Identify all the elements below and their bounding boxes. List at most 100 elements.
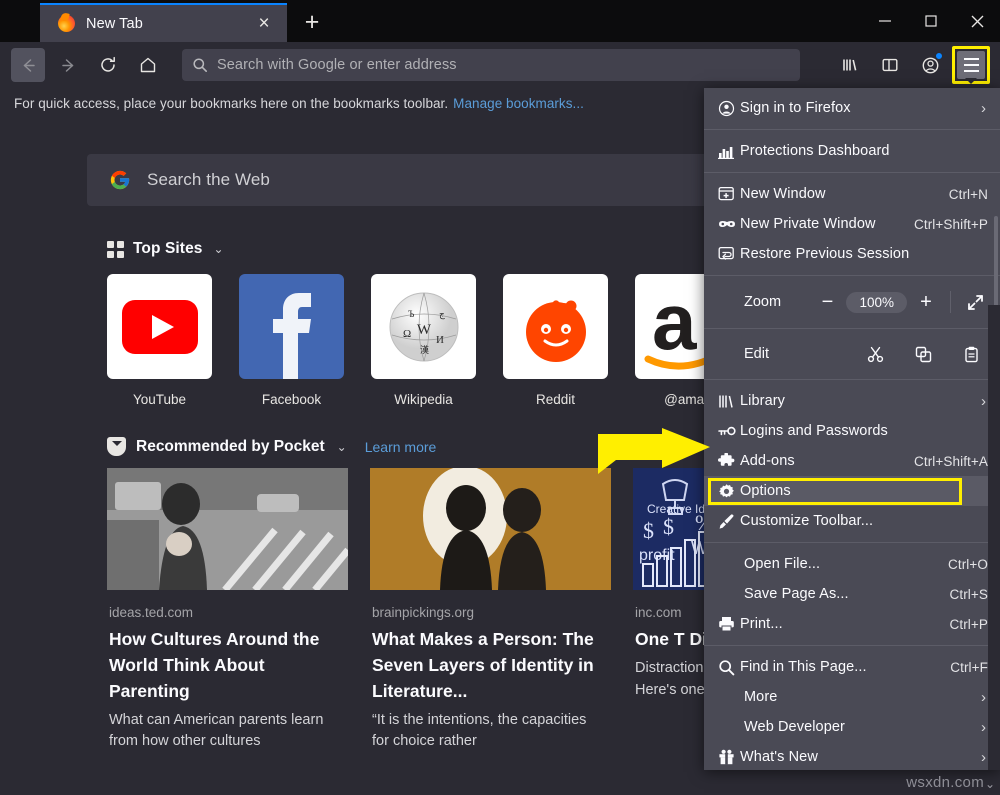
facebook-icon xyxy=(239,274,344,379)
svg-text:漢: 漢 xyxy=(420,344,429,355)
chevron-right-icon: › xyxy=(981,720,988,735)
forward-icon[interactable] xyxy=(51,48,85,82)
svg-text:ج: ج xyxy=(439,309,445,320)
new-tab-button[interactable]: + xyxy=(295,5,329,39)
account-icon[interactable] xyxy=(913,48,947,82)
manage-bookmarks-link[interactable]: Manage bookmarks... xyxy=(453,96,584,111)
top-site-tile[interactable]: W Ω И Ъ ج 漢 Wikipedia xyxy=(371,274,476,407)
menu-item-label: More xyxy=(744,689,981,705)
menu-item-logins-passwords[interactable]: Logins and Passwords xyxy=(704,416,1000,446)
edit-label: Edit xyxy=(744,346,769,362)
scissors-icon[interactable] xyxy=(862,341,888,367)
close-window-icon[interactable] xyxy=(954,0,1000,42)
menu-item-label: Protections Dashboard xyxy=(740,143,988,159)
fullscreen-icon[interactable] xyxy=(958,287,992,317)
menu-item-library[interactable]: Library › xyxy=(704,386,1000,416)
grid-icon xyxy=(107,241,124,258)
home-icon[interactable] xyxy=(131,48,165,82)
library-icon xyxy=(718,394,740,409)
zoom-label: Zoom xyxy=(744,294,781,310)
top-site-label: YouTube xyxy=(107,392,212,407)
menu-item-label: Add-ons xyxy=(740,453,914,469)
scroll-down-caret-icon[interactable]: ⌄ xyxy=(985,777,995,791)
menu-item-label: Save Page As... xyxy=(744,586,950,602)
menu-scrollbar[interactable] xyxy=(994,216,998,312)
menu-item-sign-in[interactable]: Sign in to Firefox › xyxy=(704,93,1000,123)
copy-icon[interactable] xyxy=(910,341,936,367)
menu-item-label: Find in This Page... xyxy=(740,659,950,675)
menu-item-new-window[interactable]: New Window Ctrl+N xyxy=(704,179,1000,209)
watermark: wsxdn.com xyxy=(906,774,984,791)
reload-icon[interactable] xyxy=(91,48,125,82)
pocket-learn-more-link[interactable]: Learn more xyxy=(365,439,437,455)
pocket-card[interactable]: brainpickings.org What Makes a Person: T… xyxy=(370,468,611,753)
menu-item-label: What's New xyxy=(740,749,981,765)
svg-text:И: И xyxy=(436,334,444,346)
restore-session-icon xyxy=(718,246,740,262)
chevron-right-icon: › xyxy=(981,394,988,409)
pocket-card-image xyxy=(370,468,611,590)
menu-item-label: New Private Window xyxy=(740,216,914,232)
chevron-down-icon[interactable]: ⌄ xyxy=(214,243,224,255)
menu-item-shortcut: Ctrl+O xyxy=(948,557,988,572)
top-site-tile[interactable]: Facebook xyxy=(239,274,344,407)
zoom-controls: − 100% + xyxy=(810,287,992,317)
clipboard-icon[interactable] xyxy=(958,341,984,367)
menu-item-whats-new[interactable]: What's New › xyxy=(704,742,1000,770)
menu-item-label: Sign in to Firefox xyxy=(740,100,981,116)
pocket-card-title: How Cultures Around the World Think Abou… xyxy=(109,627,344,705)
svg-text:$: $ xyxy=(643,518,654,543)
pocket-card-excerpt: What can American parents learn from how… xyxy=(109,710,344,754)
wikipedia-icon: W Ω И Ъ ج 漢 xyxy=(371,274,476,379)
top-site-label: Reddit xyxy=(503,392,608,407)
menu-item-print[interactable]: Print... Ctrl+P xyxy=(704,609,1000,639)
menu-item-customize-toolbar[interactable]: Customize Toolbar... xyxy=(704,506,1000,536)
pocket-card[interactable]: ideas.ted.com How Cultures Around the Wo… xyxy=(107,468,348,753)
menu-separator xyxy=(704,542,1000,543)
menu-item-addons[interactable]: Add-ons Ctrl+Shift+A xyxy=(704,446,1000,476)
address-bar-placeholder: Search with Google or enter address xyxy=(217,57,457,73)
minimize-icon[interactable] xyxy=(862,0,908,42)
menu-item-web-developer[interactable]: Web Developer › xyxy=(704,712,1000,742)
svg-text:Ω: Ω xyxy=(403,328,411,340)
top-site-tile[interactable]: YouTube xyxy=(107,274,212,407)
title-bar: New Tab × + xyxy=(0,0,1000,42)
reddit-icon xyxy=(503,274,608,379)
app-menu-button[interactable] xyxy=(952,46,990,84)
web-search-placeholder: Search the Web xyxy=(147,170,270,190)
menu-item-more[interactable]: More › xyxy=(704,682,1000,712)
menu-item-label: Web Developer xyxy=(744,719,981,735)
library-icon[interactable] xyxy=(833,48,867,82)
close-icon[interactable]: × xyxy=(251,11,277,37)
menu-separator xyxy=(704,275,1000,276)
menu-item-find-in-page[interactable]: Find in This Page... Ctrl+F xyxy=(704,652,1000,682)
menu-item-label: Logins and Passwords xyxy=(740,423,988,439)
menu-item-shortcut: Ctrl+Shift+P xyxy=(914,217,988,232)
chevron-down-icon[interactable]: ⌄ xyxy=(337,441,347,453)
menu-separator xyxy=(704,129,1000,130)
menu-item-open-file[interactable]: Open File... Ctrl+O xyxy=(704,549,1000,579)
top-site-tile[interactable]: Reddit xyxy=(503,274,608,407)
google-icon xyxy=(109,169,131,191)
menu-item-label: Customize Toolbar... xyxy=(740,513,988,529)
zoom-level-button[interactable]: 100% xyxy=(846,292,907,313)
menu-item-save-page-as[interactable]: Save Page As... Ctrl+S xyxy=(704,579,1000,609)
pocket-card-excerpt: “It is the intentions, the capacities fo… xyxy=(372,710,607,754)
account-circle-icon xyxy=(718,100,740,117)
menu-item-restore-session[interactable]: Restore Previous Session xyxy=(704,239,1000,269)
protections-icon xyxy=(718,144,740,159)
annotation-arrow xyxy=(598,428,710,486)
back-icon[interactable] xyxy=(11,48,45,82)
address-bar[interactable]: Search with Google or enter address xyxy=(182,49,800,81)
menu-item-protections-dashboard[interactable]: Protections Dashboard xyxy=(704,136,1000,166)
zoom-out-button[interactable]: − xyxy=(810,287,844,317)
maximize-icon[interactable] xyxy=(908,0,954,42)
sidebar-icon[interactable] xyxy=(873,48,907,82)
youtube-icon xyxy=(107,274,212,379)
menu-item-options[interactable]: Options xyxy=(704,476,1000,506)
account-notification-dot xyxy=(935,52,943,60)
menu-item-new-private-window[interactable]: New Private Window Ctrl+Shift+P xyxy=(704,209,1000,239)
zoom-in-button[interactable]: + xyxy=(909,287,943,317)
tab-new-tab[interactable]: New Tab × xyxy=(40,3,287,42)
svg-text:W: W xyxy=(416,322,431,338)
